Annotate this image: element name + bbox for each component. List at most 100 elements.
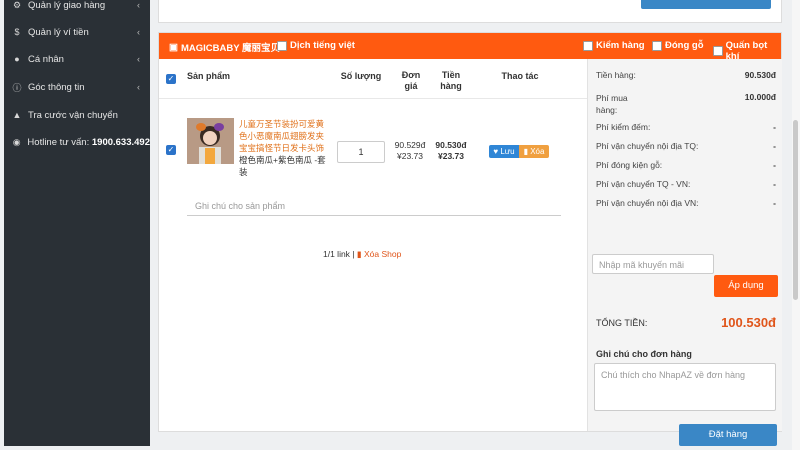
- scrollbar-thumb[interactable]: [793, 120, 798, 300]
- user-icon: ●: [14, 54, 20, 64]
- summary-row-cn-domestic-shipping: Phí vận chuyển nội địa TQ: -: [596, 141, 776, 151]
- summary-value: -: [773, 122, 776, 132]
- summary-label: Phí vận chuyển TQ - VN:: [596, 179, 691, 189]
- sidebar-item-label: Góc thông tin: [28, 81, 85, 93]
- shop-cart-card: ▣ MAGICBABY 魔丽宝贝 Dịch tiếng việt Kiểm hà…: [158, 32, 782, 446]
- product-checkbox[interactable]: ✓: [166, 145, 176, 155]
- unit-price-cny: ¥23.73: [397, 151, 423, 161]
- chevron-left-icon: ‹: [137, 54, 140, 64]
- trash-icon: ▮: [523, 147, 528, 156]
- summary-label: Phí kiểm đếm:: [596, 122, 651, 132]
- summary-value: -: [773, 198, 776, 208]
- summary-value: -: [773, 141, 776, 151]
- main-content: ▣ MAGICBABY 魔丽宝贝 Dịch tiếng việt Kiểm hà…: [150, 0, 800, 450]
- summary-label: Phí đóng kiện gỗ:: [596, 160, 663, 170]
- dollar-icon: $: [14, 27, 20, 37]
- order-note-label: Ghi chú cho đơn hàng: [596, 349, 692, 359]
- truck-icon: ▲: [12, 110, 22, 120]
- summary-row-wood-packing-fee: Phí đóng kiện gỗ: -: [596, 160, 776, 170]
- total-label: TỔNG TIỀN:: [596, 318, 648, 328]
- heart-icon: ♥: [493, 147, 499, 156]
- summary-label: Phí vận chuyển nội địa VN:: [596, 198, 699, 208]
- place-order-button[interactable]: Đặt hàng: [679, 424, 777, 446]
- sidebar-item-label: Cá nhân: [28, 53, 64, 65]
- apply-promo-button[interactable]: Áp dụng: [714, 275, 778, 297]
- header-actions: Thao tác: [501, 71, 539, 81]
- summary-row-counting-fee: Phí kiểm đếm: -: [596, 122, 776, 132]
- unit-price: 90.529đ ¥23.73: [391, 140, 429, 162]
- option-inspection[interactable]: Kiểm hàng: [583, 40, 645, 51]
- sidebar-item-wallet[interactable]: $ Quản lý ví tiền ‹: [4, 21, 150, 43]
- summary-value: -: [773, 179, 776, 189]
- sidebar-item-info[interactable]: ⓘ Góc thông tin ‹: [4, 76, 150, 98]
- option-label: Kiểm hàng: [596, 40, 645, 51]
- summary-value: 10.000đ: [744, 92, 776, 102]
- translate-checkbox[interactable]: [277, 40, 287, 51]
- chevron-left-icon: ‹: [137, 82, 140, 92]
- sidebar: ⚙ Quản lý giao hàng ‹ $ Quản lý ví tiền …: [4, 0, 150, 446]
- divider: [159, 98, 587, 99]
- product-note-field[interactable]: Ghi chú cho sản phẩm: [187, 196, 561, 216]
- line-total: 90.530đ ¥23.73: [431, 140, 471, 162]
- promo-code-input[interactable]: Nhập mã khuyến mãi: [592, 254, 714, 274]
- product-title-link[interactable]: 儿童万圣节装扮可爱黄色小恶魔南瓜翅膀发夹宝宝搞怪节日发卡头饰: [239, 118, 331, 154]
- option-label: Đóng gỗ: [665, 40, 704, 51]
- sidebar-item-label: Tra cước vận chuyển: [28, 109, 118, 121]
- order-note-field[interactable]: Chú thích cho NhapAZ về đơn hàng: [594, 363, 776, 411]
- header-total: Tiền hàng: [440, 70, 462, 91]
- translate-label: Dịch tiếng việt: [290, 40, 355, 51]
- save-button[interactable]: ♥ Lưu: [489, 145, 519, 158]
- product-image-art: [187, 118, 234, 164]
- line-total-vnd: 90.530đ: [435, 140, 467, 150]
- total-value: 100.530đ: [721, 315, 776, 330]
- summary-row-goods: Tiền hàng: 90.530đ: [596, 70, 776, 80]
- header-unit-price: Đơn giá: [401, 70, 421, 91]
- summary-row-vn-domestic-shipping: Phí vận chuyển nội địa VN: -: [596, 198, 776, 208]
- header-product: Sản phẩm: [187, 71, 231, 81]
- option-wood-packing[interactable]: Đóng gỗ: [652, 40, 704, 51]
- quantity-input[interactable]: 1: [337, 141, 385, 163]
- product-image[interactable]: [187, 118, 234, 164]
- delete-button-label: Xóa: [530, 147, 545, 156]
- shop-name-label: MAGICBABY 魔丽宝贝: [180, 43, 281, 54]
- sidebar-item-label: Hotline tư vấn: 1900.633.492: [27, 137, 150, 148]
- summary-row-cn-vn-shipping: Phí vận chuyển TQ - VN: -: [596, 179, 776, 189]
- link-info: 1/1 link | ▮ Xóa Shop: [323, 249, 401, 260]
- summary-row-purchase-fee: Phí mua hàng: 10.000đ: [596, 92, 776, 116]
- hotline-label: Hotline tư vấn:: [27, 136, 90, 148]
- wood-packing-checkbox[interactable]: [652, 40, 662, 51]
- globe-icon: ◉: [12, 136, 21, 147]
- sidebar-item-personal[interactable]: ● Cá nhân ‹: [4, 48, 150, 70]
- translate-toggle[interactable]: Dịch tiếng việt: [277, 40, 355, 51]
- summary-value: 90.530đ: [744, 70, 776, 80]
- delete-shop-label: Xóa Shop: [363, 249, 402, 259]
- sidebar-item-delivery[interactable]: ⚙ Quản lý giao hàng ‹: [4, 0, 150, 16]
- shop-header-bar: ▣ MAGICBABY 魔丽宝贝 Dịch tiếng việt Kiểm hà…: [159, 33, 781, 62]
- summary-label: Phí mua hàng:: [596, 93, 628, 115]
- inspection-checkbox[interactable]: [583, 40, 593, 51]
- sidebar-item-label: Quản lý giao hàng: [28, 0, 106, 11]
- header-quantity: Số lượng: [340, 71, 382, 81]
- previous-card: [158, 0, 782, 23]
- hotline-number: 1900.633.492: [91, 136, 150, 148]
- shop-icon: ▣: [169, 41, 178, 53]
- shop-name[interactable]: ▣ MAGICBABY 魔丽宝贝: [169, 40, 281, 55]
- info-icon: ⓘ: [12, 82, 22, 93]
- chevron-left-icon: ‹: [137, 27, 140, 37]
- summary-value: -: [773, 160, 776, 170]
- previous-card-button[interactable]: [641, 0, 771, 9]
- delete-button[interactable]: ▮ Xóa: [519, 145, 549, 158]
- select-all-checkbox[interactable]: ✓: [166, 74, 176, 84]
- order-summary: Tiền hàng: 90.530đ Phí mua hàng: 10.000đ P…: [587, 59, 782, 446]
- save-button-label: Lưu: [500, 147, 515, 156]
- bubble-wrap-checkbox[interactable]: [713, 46, 723, 56]
- sidebar-item-hotline[interactable]: ◉ Hotline tư vấn: 1900.633.492: [4, 131, 150, 153]
- sidebar-item-shipping-rates[interactable]: ▲ Tra cước vận chuyển: [4, 104, 150, 126]
- summary-label: Phí vận chuyển nội địa TQ:: [596, 141, 699, 151]
- page: ⚙ Quản lý giao hàng ‹ $ Quản lý ví tiền …: [0, 0, 800, 450]
- delete-shop-link[interactable]: ▮ Xóa Shop: [357, 249, 401, 259]
- sidebar-item-label: Quản lý ví tiền: [28, 26, 89, 38]
- line-total-cny: ¥23.73: [438, 151, 464, 161]
- unit-price-vnd: 90.529đ: [394, 140, 426, 150]
- trash-icon: ▮: [356, 249, 362, 259]
